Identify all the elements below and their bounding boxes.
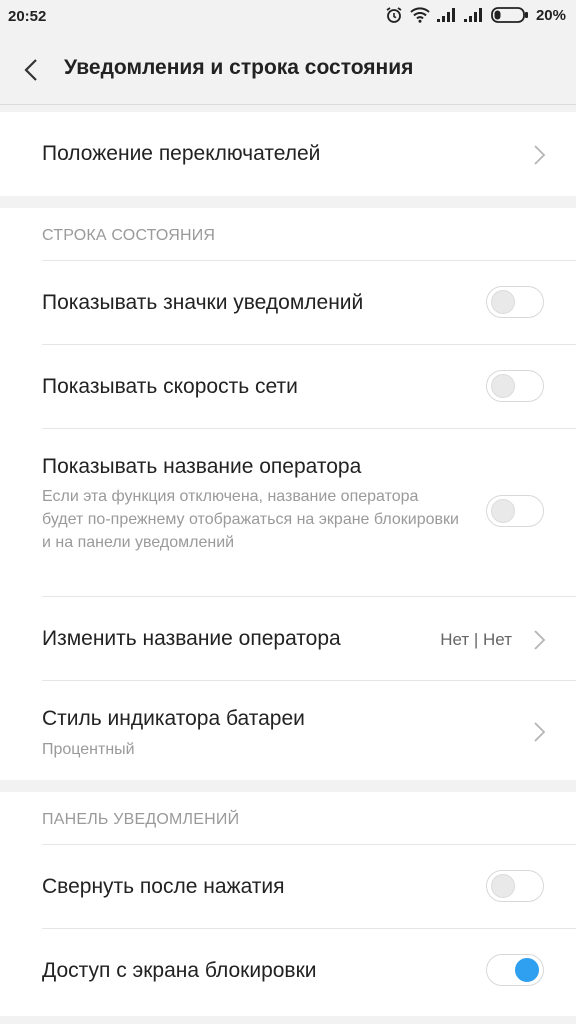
chevron-right-icon (534, 630, 546, 650)
battery-style-item[interactable]: Стиль индикатора батареи Процентный (0, 681, 576, 780)
status-time: 20:52 (8, 8, 47, 25)
section-title-notification-panel: ПАНЕЛЬ УВЕДОМЛЕНИЙ (42, 811, 240, 828)
show-network-speed-item[interactable]: Показывать скорость сети (0, 345, 576, 428)
toggle-knob (491, 374, 515, 398)
change-carrier-name-label: Изменить название оператора (42, 627, 341, 650)
toggle-knob (491, 290, 515, 314)
notification-panel-card: ПАНЕЛЬ УВЕДОМЛЕНИЙ Свернуть после нажати… (0, 792, 576, 1016)
toggle-position-card: Положение переключателей (0, 112, 576, 196)
page-title: Уведомления и строка состояния (64, 56, 414, 79)
battery-percent: 20% (535, 6, 566, 24)
app-bar: Уведомления и строка состояния (0, 34, 576, 105)
lockscreen-access-label: Доступ с экрана блокировки (42, 959, 317, 982)
lockscreen-access-item[interactable]: Доступ с экрана блокировки (0, 929, 576, 1012)
signal-icon (436, 8, 457, 22)
back-button[interactable] (20, 56, 44, 84)
toggle-knob (491, 499, 515, 523)
show-notification-icons-toggle[interactable] (486, 286, 544, 318)
carrier-name-value: Нет | Нет (440, 630, 512, 649)
wifi-icon (410, 7, 430, 23)
battery-style-value: Процентный (42, 741, 135, 758)
show-notification-icons-label: Показывать значки уведомлений (42, 291, 364, 314)
show-notification-icons-item[interactable]: Показывать значки уведомлений (0, 261, 576, 344)
collapse-after-tap-label: Свернуть после нажатия (42, 875, 285, 898)
show-network-speed-toggle[interactable] (486, 370, 544, 402)
battery-style-label: Стиль индикатора батареи (42, 707, 305, 730)
chevron-right-icon (534, 722, 546, 742)
toggle-knob (491, 874, 515, 898)
show-carrier-name-description: Если эта функция отключена, название опе… (42, 488, 459, 551)
status-bar: 20:52 20% (0, 0, 576, 34)
change-carrier-name-item[interactable]: Изменить название оператора Нет | Нет (0, 597, 576, 680)
chevron-right-icon (534, 145, 546, 165)
section-title-status-bar: СТРОКА СОСТОЯНИЯ (42, 227, 216, 244)
status-bar-settings-card: СТРОКА СОСТОЯНИЯ Показывать значки уведо… (0, 208, 576, 780)
toggle-knob (515, 958, 539, 982)
toggle-position-label: Положение переключателей (42, 142, 321, 165)
signal-icon (463, 8, 484, 22)
show-carrier-name-item[interactable]: Показывать название оператора Если эта ф… (0, 429, 576, 596)
collapse-after-tap-item[interactable]: Свернуть после нажатия (0, 845, 576, 928)
show-carrier-name-toggle[interactable] (486, 495, 544, 527)
collapse-after-tap-toggle[interactable] (486, 870, 544, 902)
status-icons: 20% (385, 6, 566, 24)
chevron-left-icon (24, 59, 37, 81)
toggle-position-item[interactable]: Положение переключателей (0, 112, 576, 196)
show-carrier-name-label: Показывать название оператора (42, 455, 362, 478)
lockscreen-access-toggle[interactable] (486, 954, 544, 986)
show-network-speed-label: Показывать скорость сети (42, 375, 298, 398)
alarm-icon (385, 6, 403, 24)
battery-icon (491, 7, 529, 23)
